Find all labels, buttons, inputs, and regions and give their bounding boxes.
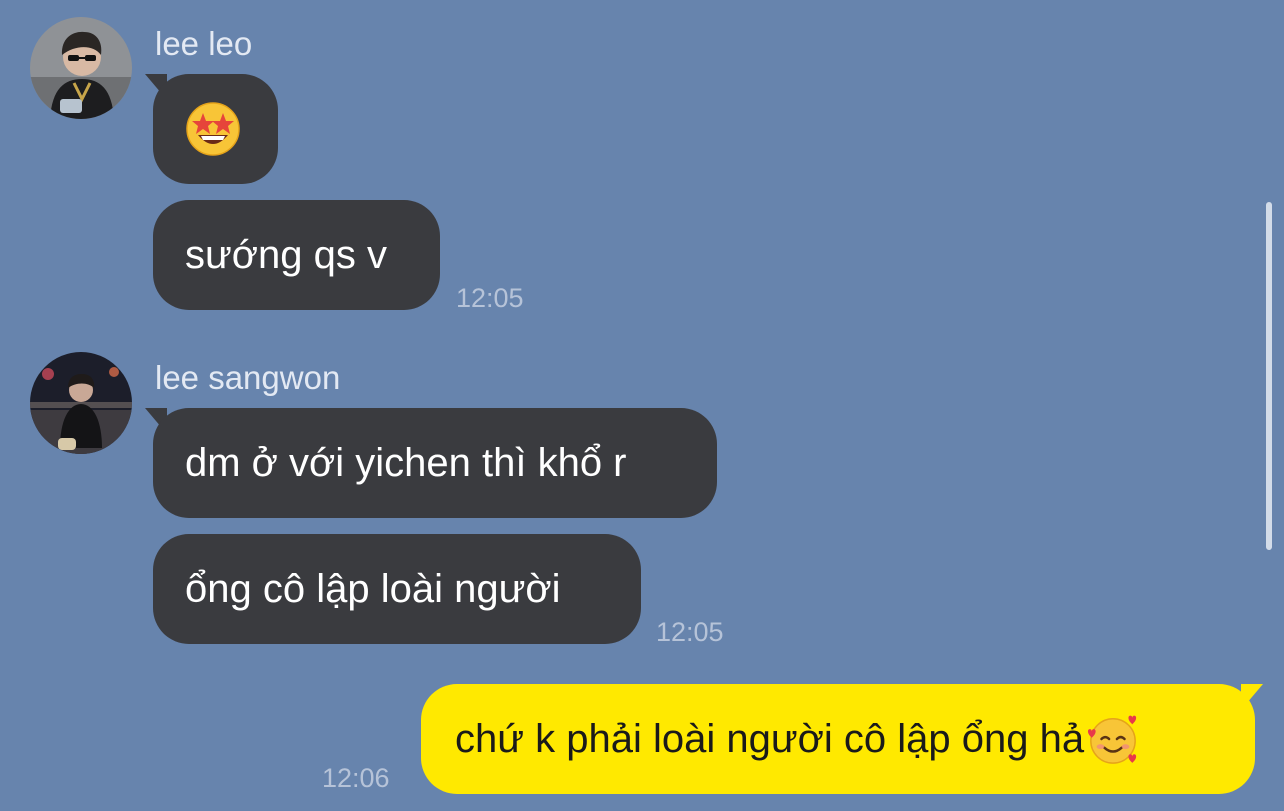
lee-sangwon-photo [30,352,132,454]
message-bubble[interactable]: sướng qs v [153,200,440,310]
avatar-lee-leo[interactable] [30,17,132,119]
message-bubble-emoji[interactable] [153,74,278,184]
smiling-face-with-hearts-emoji-icon [1087,715,1137,764]
sender-name: lee sangwon [155,359,341,396]
message-text: ổng cô lập loài người [185,567,561,611]
scrollbar[interactable] [1266,202,1272,550]
message-bubble[interactable]: ổng cô lập loài người [153,534,641,644]
outgoing-message-bubble[interactable]: chứ k phải loài người cô lập ổng hả [421,684,1255,794]
bubble-tail [1241,684,1263,710]
sender-name: lee leo [155,25,253,62]
message-timestamp: 12:05 [456,283,524,313]
message-text: chứ k phải loài người cô lập ổng hả [455,717,1085,761]
lee-leo-photo [30,17,132,119]
message-bubble[interactable]: dm ở với yichen thì khổ r [153,408,717,518]
star-struck-emoji-icon [186,102,240,156]
message-timestamp: 12:06 [322,763,390,793]
avatar-lee-sangwon[interactable] [30,352,132,454]
message-text: dm ở với yichen thì khổ r [185,441,627,485]
message-timestamp: 12:05 [656,617,724,647]
message-text: sướng qs v [185,233,387,277]
